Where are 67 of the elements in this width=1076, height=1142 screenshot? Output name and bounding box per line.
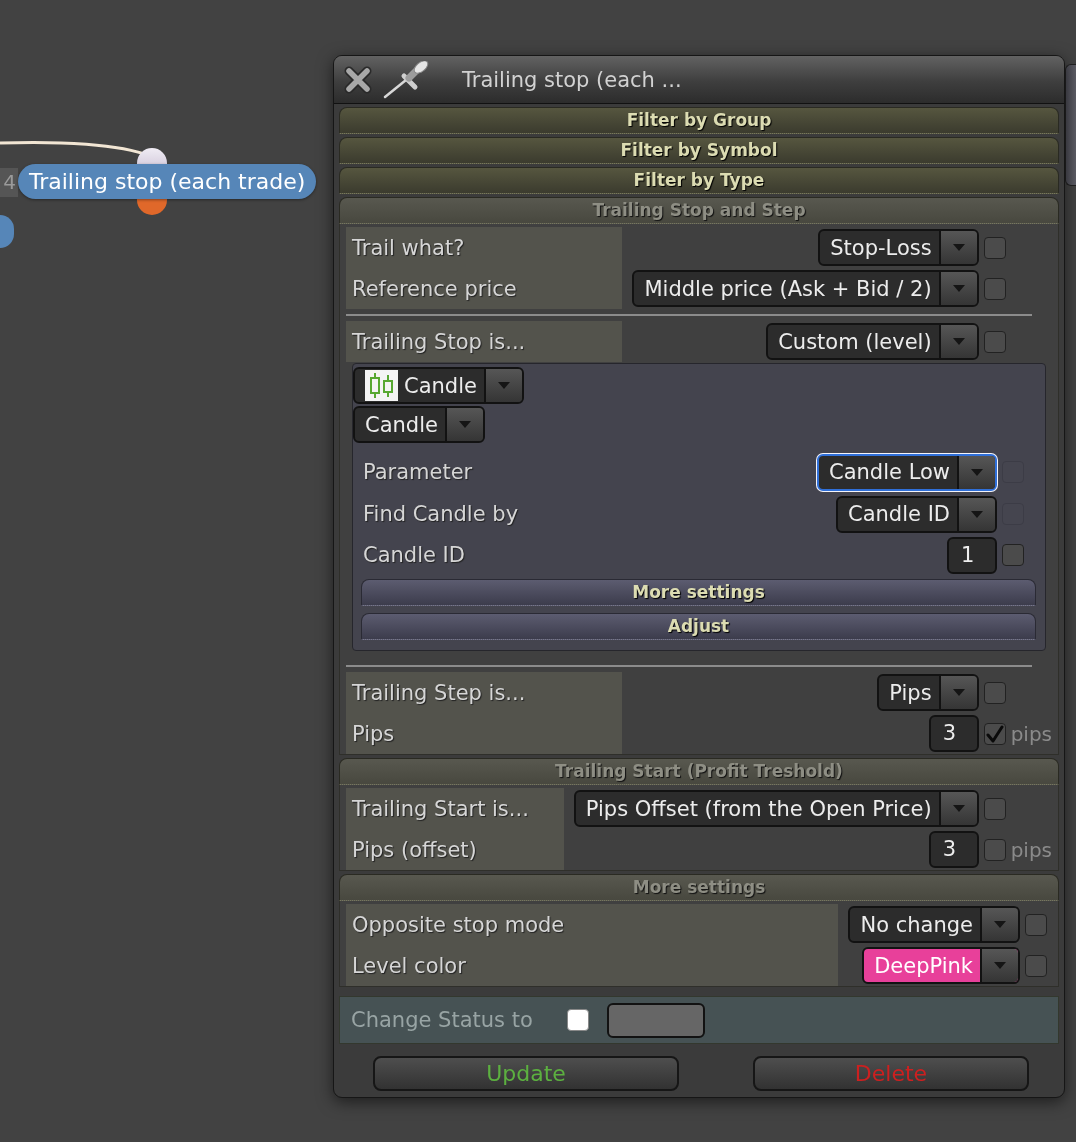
- field-label: Pips (offset): [346, 829, 564, 870]
- dropdown[interactable]: Pips: [877, 674, 979, 711]
- checkbox[interactable]: [1025, 954, 1047, 977]
- checkbox[interactable]: [1025, 913, 1047, 936]
- checkbox[interactable]: [983, 681, 1006, 704]
- field-label: Candle ID: [362, 542, 466, 569]
- dropdown[interactable]: Candle ID: [836, 495, 997, 533]
- close-icon[interactable]: [344, 65, 372, 94]
- field-label: Trailing Step is...: [346, 672, 623, 713]
- dropdown[interactable]: Pips Offset (from the Open Price): [573, 790, 979, 827]
- caret-icon: [957, 497, 995, 531]
- field-label: Find Candle by: [362, 501, 520, 528]
- caret-icon: [980, 908, 1018, 941]
- number-field[interactable]: 3: [928, 715, 979, 752]
- caret-icon: [938, 325, 977, 358]
- dropdown[interactable]: Middle price (Ask + Bid / 2): [632, 270, 979, 307]
- caret-icon: [938, 272, 977, 305]
- number-field[interactable]: 1: [947, 536, 997, 574]
- checkbox[interactable]: [983, 236, 1006, 259]
- caret-icon: [957, 455, 995, 489]
- section-header[interactable]: Filter by Type: [339, 167, 1059, 194]
- checkbox[interactable]: [983, 797, 1006, 820]
- dropdown[interactable]: No change: [848, 906, 1020, 943]
- field-label: Parameter: [362, 459, 474, 486]
- caret-icon: [938, 792, 977, 825]
- checkbox[interactable]: [566, 1009, 589, 1031]
- subsection-header[interactable]: Adjust: [361, 613, 1036, 640]
- canvas-node: Trailing stop (each trade): [18, 164, 317, 199]
- unit-label: pips: [1010, 721, 1052, 746]
- status-label: Change Status to: [351, 1008, 533, 1032]
- update-button[interactable]: Update: [373, 1056, 679, 1091]
- caret-icon: [483, 369, 522, 402]
- checkbox[interactable]: [983, 277, 1006, 300]
- side-tab[interactable]: [1065, 64, 1076, 186]
- caret-icon: [444, 408, 483, 441]
- node-index: 4: [0, 168, 18, 197]
- status-field[interactable]: [606, 1002, 705, 1038]
- checkbox[interactable]: [983, 330, 1006, 353]
- caret-icon: [938, 231, 977, 264]
- field-label: Pips: [346, 713, 623, 754]
- field-label: Reference price: [346, 268, 623, 309]
- checkbox[interactable]: [983, 838, 1006, 861]
- pin-icon[interactable]: [382, 60, 430, 99]
- section-header[interactable]: Filter by Symbol: [339, 137, 1059, 164]
- dropdown[interactable]: Candle: [353, 406, 485, 443]
- dropdown[interactable]: Custom (level): [766, 323, 979, 360]
- dropdown[interactable]: DeepPink: [862, 947, 1020, 984]
- dropdown[interactable]: Candle Low: [817, 453, 997, 491]
- tick-icon: [985, 724, 1004, 743]
- field-label: Trail what?: [346, 227, 623, 268]
- section-header[interactable]: Filter by Group: [339, 107, 1059, 134]
- field-label: Level color: [346, 945, 839, 986]
- number-field[interactable]: 3: [928, 831, 979, 868]
- field-label: Opposite stop mode: [346, 904, 839, 945]
- canvas-node: [0, 215, 14, 248]
- checkbox[interactable]: [983, 722, 1006, 745]
- candlestick-icon: [365, 370, 398, 401]
- dropdown[interactable]: Stop-Loss: [818, 229, 979, 266]
- caret-icon: [938, 676, 977, 709]
- field-label: Trailing Start is...: [346, 788, 564, 829]
- unit-label: pips: [1010, 837, 1052, 862]
- field-label: Trailing Stop is...: [346, 321, 623, 362]
- subsection-header[interactable]: More settings: [361, 579, 1036, 606]
- caret-icon: [980, 949, 1018, 982]
- window-title: Trailing stop (each ...: [462, 67, 682, 92]
- checkbox[interactable]: [1002, 544, 1024, 566]
- dropdown[interactable]: Candle: [353, 367, 524, 404]
